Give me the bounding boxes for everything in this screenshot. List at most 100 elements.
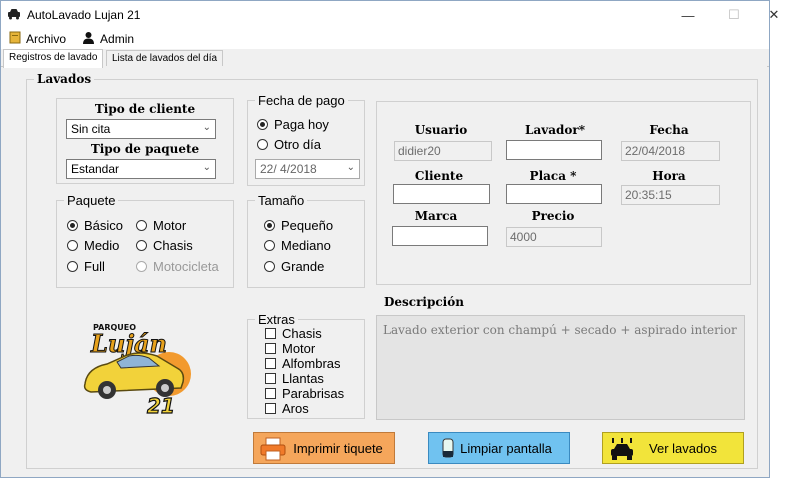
checkbox-icon xyxy=(265,343,276,354)
imprimir-tiquete-button[interactable]: Imprimir tiquete xyxy=(253,432,395,464)
radio-on-icon xyxy=(67,220,78,231)
maximize-icon: ☐ xyxy=(728,7,740,22)
checkbox-label: Motor xyxy=(282,341,316,356)
chevron-down-icon: ⌄ xyxy=(202,162,211,173)
radio-off-icon xyxy=(264,240,275,251)
radio-on-icon xyxy=(257,119,268,130)
car-app-icon xyxy=(7,8,21,23)
tab-page-registros: Lavados Tipo de cliente Sin cita ⌄ Tipo … xyxy=(3,66,767,476)
radio-off-icon xyxy=(264,261,275,272)
check-aros[interactable]: Aros xyxy=(265,401,309,416)
radio-otro-dia[interactable]: Otro día xyxy=(257,137,321,152)
tab-registros[interactable]: Registros de lavado xyxy=(3,49,104,68)
radio-motocicleta: Motocicleta xyxy=(136,259,219,274)
ver-lavados-button[interactable]: Ver lavados xyxy=(602,432,744,464)
radio-off-icon xyxy=(136,240,147,251)
precio-field: 4000 xyxy=(506,227,602,247)
hora-field: 20:35:15 xyxy=(621,185,720,205)
radio-paga-hoy[interactable]: Paga hoy xyxy=(257,117,329,132)
cliente-label: Cliente xyxy=(414,169,464,183)
radio-off-icon xyxy=(67,240,78,251)
car-wash-icon xyxy=(609,437,635,464)
minimize-button[interactable]: — xyxy=(665,1,711,29)
usuario-field: didier20 xyxy=(394,141,492,161)
tamano-title: Tamaño xyxy=(255,193,308,208)
limpiar-pantalla-label: Limpiar pantalla xyxy=(460,440,552,456)
radio-label: Chasis xyxy=(153,238,193,253)
marca-label: Marca xyxy=(414,209,458,223)
close-button[interactable]: ✕ xyxy=(757,1,791,29)
logo-name-text: Luján xyxy=(90,329,167,358)
radio-medio[interactable]: Medio xyxy=(67,238,119,253)
radio-mediano[interactable]: Mediano xyxy=(264,238,331,253)
chevron-down-icon: ⌄ xyxy=(346,162,355,173)
lavador-field[interactable] xyxy=(506,140,602,160)
radio-off-icon xyxy=(67,261,78,272)
checkbox-label: Aros xyxy=(282,401,309,416)
logo-number-text: 21 xyxy=(147,394,175,416)
menu-admin[interactable]: Admin xyxy=(74,29,142,49)
check-llantas[interactable]: Llantas xyxy=(265,371,324,386)
menu-archivo[interactable]: Archivo xyxy=(1,29,74,49)
eraser-icon xyxy=(441,437,455,464)
chevron-down-icon: ⌄ xyxy=(202,122,211,133)
radio-label: Mediano xyxy=(281,238,331,253)
placa-field[interactable] xyxy=(506,184,602,204)
hora-label: Hora xyxy=(652,169,686,183)
radio-off-icon xyxy=(136,220,147,231)
paquete-title: Paquete xyxy=(64,193,119,208)
tipo-paquete-select[interactable]: Estandar ⌄ xyxy=(66,159,216,179)
checkbox-icon xyxy=(265,328,276,339)
fecha-pago-date-picker[interactable]: 22/ 4/2018 ⌄ xyxy=(255,159,360,179)
radio-grande[interactable]: Grande xyxy=(264,259,324,274)
radio-label: Básico xyxy=(84,218,124,233)
radio-label: Motocicleta xyxy=(153,259,219,274)
radio-label: Paga hoy xyxy=(274,117,329,132)
tipo-paquete-label: Tipo de paquete xyxy=(90,142,200,156)
menu-archivo-label: Archivo xyxy=(26,32,67,46)
radio-off-icon xyxy=(257,139,268,150)
check-motor[interactable]: Motor xyxy=(265,341,315,356)
folder-icon xyxy=(9,31,21,47)
radio-full[interactable]: Full xyxy=(67,259,105,274)
parqueo-lujan-logo: PARQUEO Luján 21 xyxy=(77,316,207,419)
checkbox-label: Chasis xyxy=(282,326,322,341)
fecha-field: 22/04/2018 xyxy=(621,141,720,161)
checkbox-icon xyxy=(265,403,276,414)
radio-label: Full xyxy=(84,259,105,274)
fecha-pago-date-value: 22/ 4/2018 xyxy=(260,162,317,176)
limpiar-pantalla-button[interactable]: Limpiar pantalla xyxy=(428,432,570,464)
tipo-cliente-value: Sin cita xyxy=(71,122,111,136)
radio-basico[interactable]: Básico xyxy=(67,218,123,233)
radio-label: Grande xyxy=(281,259,325,274)
radio-chasis[interactable]: Chasis xyxy=(136,238,193,253)
menu-bar: Archivo Admin xyxy=(1,29,769,49)
descripcion-textarea[interactable]: Lavado exterior con champú + secado + as… xyxy=(376,315,745,420)
checkbox-label: Alfombras xyxy=(282,356,341,371)
menu-admin-label: Admin xyxy=(100,32,135,46)
tipo-paquete-value: Estandar xyxy=(71,162,120,176)
lavados-group-title: Lavados xyxy=(34,72,95,86)
radio-off-icon xyxy=(136,261,147,272)
check-parabrisas[interactable]: Parabrisas xyxy=(265,386,344,401)
close-icon: ✕ xyxy=(768,7,780,22)
check-chasis[interactable]: Chasis xyxy=(265,326,322,341)
printer-icon xyxy=(260,437,286,464)
main-window: AutoLavado Lujan 21 — ☐ ✕ Archivo Admin … xyxy=(0,0,779,478)
checkbox-label: Parabrisas xyxy=(282,386,345,401)
checkbox-icon xyxy=(265,373,276,384)
check-alfombras[interactable]: Alfombras xyxy=(265,356,341,371)
radio-motor[interactable]: Motor xyxy=(136,218,186,233)
precio-label: Precio xyxy=(531,209,575,223)
fecha-pago-title: Fecha de pago xyxy=(255,93,348,108)
radio-pequeno[interactable]: Pequeño xyxy=(264,218,333,233)
tipo-cliente-label: Tipo de cliente xyxy=(94,102,196,116)
tipo-cliente-select[interactable]: Sin cita ⌄ xyxy=(66,119,216,139)
tab-strip: Registros de lavado Lista de lavados del… xyxy=(1,49,769,68)
cliente-field[interactable] xyxy=(393,184,490,204)
checkbox-icon xyxy=(265,388,276,399)
maximize-button: ☐ xyxy=(711,1,757,29)
radio-label: Otro día xyxy=(274,137,321,152)
marca-field[interactable] xyxy=(392,226,488,246)
radio-label: Medio xyxy=(84,238,120,253)
